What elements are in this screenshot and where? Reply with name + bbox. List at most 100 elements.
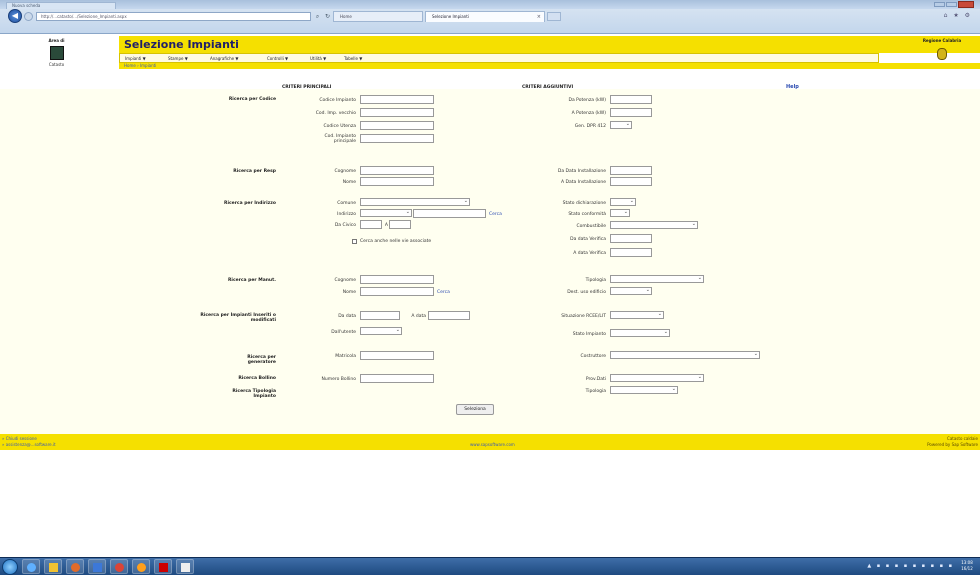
chevron-down-icon: ⌄	[463, 198, 468, 204]
prov-dati-select[interactable]: ⌄	[610, 374, 704, 382]
taskbar-explorer-icon[interactable]	[44, 559, 62, 574]
combustibile-select[interactable]: ⌄	[610, 221, 698, 229]
taskbar-folder-icon[interactable]	[176, 559, 194, 574]
footer-website-link[interactable]: www.sapsoftware.com	[470, 442, 515, 447]
seleziona-button[interactable]: Seleziona	[456, 404, 494, 415]
a-data-installazione-input[interactable]	[610, 177, 652, 186]
cod-impianto-principale-input[interactable]	[360, 134, 434, 143]
address-search-icon[interactable]: ⌕	[313, 12, 322, 21]
a-data-verifica-input[interactable]	[610, 248, 652, 257]
gen-dpr-select[interactable]: ⌄	[610, 121, 632, 129]
menu-controlli[interactable]: Controlli ▼	[267, 54, 288, 63]
close-tab-icon[interactable]: ×	[537, 12, 541, 22]
nome-manut-input[interactable]	[360, 287, 434, 296]
stato-impianto-select[interactable]: ⌄	[610, 329, 670, 337]
heading-criteri-principali: CRITERI PRINCIPALI	[282, 85, 332, 90]
label-a-data-verifica: A data Verifica	[573, 251, 606, 256]
taskbar-browser-icon[interactable]	[132, 559, 150, 574]
chiudi-sessione-link[interactable]: » Chiudi sessione	[2, 436, 37, 441]
cognome-resp-input[interactable]	[360, 166, 434, 175]
back-button[interactable]: ◀	[8, 9, 22, 23]
indirizzo-input[interactable]	[413, 209, 486, 218]
numero-bollino-input[interactable]	[360, 374, 434, 383]
comune-select[interactable]: ⌄	[360, 198, 470, 206]
a-potenza-input[interactable]	[610, 108, 652, 117]
maximize-button[interactable]	[946, 2, 957, 7]
label-da-data: Da data	[338, 314, 356, 319]
browser-small-tab[interactable]: Nuova scheda	[6, 2, 116, 9]
label-numero-bollino: Numero Bollino	[321, 377, 356, 382]
label-cod-impianto-principale: Cod. Impianto principale	[324, 134, 356, 144]
label-indirizzo: Indirizzo	[337, 212, 356, 217]
assistenza-email-link[interactable]: » assistenza@...software.it	[2, 442, 56, 447]
codice-impianto-input[interactable]	[360, 95, 434, 104]
a-civico-input[interactable]	[389, 220, 411, 229]
browser-tab-selezione[interactable]: Selezione Impianti ×	[425, 11, 545, 22]
menu-utilita[interactable]: Utilità ▼	[310, 54, 326, 63]
label-da-data-verifica: Da data Verifica	[570, 237, 606, 242]
da-civico-input[interactable]	[360, 220, 382, 229]
dall-utente-select[interactable]: ⌄	[360, 327, 402, 335]
breadcrumb[interactable]: Home › Impianti	[124, 63, 156, 69]
label-da-data-installazione: Da Data Installazione	[557, 169, 606, 174]
chevron-down-icon: ⌄	[645, 287, 650, 293]
label-a-potenza: A Potenza (kW)	[571, 111, 606, 116]
stato-dichiarazione-select[interactable]: ⌄	[610, 198, 636, 206]
menu-tabelle[interactable]: Tabelle ▼	[344, 54, 362, 63]
label-nome-manut: Nome	[342, 290, 356, 295]
help-link[interactable]: Help	[786, 84, 799, 90]
cerca-indirizzo-link[interactable]: Cerca	[489, 212, 502, 217]
situazione-rcee-select[interactable]: ⌄	[610, 311, 664, 319]
tipologia-2-select[interactable]: ⌄	[610, 386, 678, 394]
menu-anagrafiche[interactable]: Anagrafiche ▼	[210, 54, 238, 63]
refresh-icon[interactable]: ↻	[323, 12, 332, 21]
costruttore-select[interactable]: ⌄	[610, 351, 760, 359]
taskbar-chrome-icon[interactable]	[110, 559, 128, 574]
label-stato-impianto: Stato Impianto	[572, 332, 606, 337]
da-potenza-input[interactable]	[610, 95, 652, 104]
cerca-manut-link[interactable]: Cerca	[437, 290, 450, 295]
label-codice-utenza: Codice Utenza	[323, 124, 356, 129]
chevron-down-icon: ⌄	[625, 121, 630, 127]
taskbar-pdf-icon[interactable]	[154, 559, 172, 574]
dest-uso-select[interactable]: ⌄	[610, 287, 652, 295]
label-costruttore: Costruttore	[580, 354, 606, 359]
cerca-vie-checkbox[interactable]	[352, 239, 357, 244]
da-data-installazione-input[interactable]	[610, 166, 652, 175]
chevron-down-icon: ⌄	[697, 374, 702, 380]
new-tab-button[interactable]	[547, 12, 561, 21]
stato-conformita-select[interactable]: ⌄	[610, 209, 630, 217]
da-data-input[interactable]	[360, 311, 400, 320]
browser-toolbar-icons[interactable]: ⌂ ★ ⚙	[942, 12, 972, 21]
area-sub-label: Catasto	[48, 62, 65, 67]
menu-stampe[interactable]: Stampe ▼	[168, 54, 188, 63]
taskbar-outlook-icon[interactable]	[88, 559, 106, 574]
taskbar-media-icon[interactable]	[66, 559, 84, 574]
group-ricerca-generatore: Ricerca per generatore	[247, 355, 276, 365]
address-bar[interactable]: http://...catasto/.../Selezione_Impianti…	[36, 12, 311, 21]
label-cerca-vie: Cerca anche nelle vie associate	[360, 239, 432, 244]
cognome-manut-input[interactable]	[360, 275, 434, 284]
browser-tab-home[interactable]: Home	[333, 11, 423, 22]
menu-impianti[interactable]: Impianti ▼	[125, 54, 146, 63]
close-window-button[interactable]	[958, 1, 974, 8]
codice-utenza-input[interactable]	[360, 121, 434, 130]
clock[interactable]: 13:08 16/12	[956, 560, 978, 572]
region-logo-icon	[937, 48, 947, 60]
start-button[interactable]	[2, 559, 18, 575]
matricola-input[interactable]	[360, 351, 434, 360]
system-tray[interactable]: ▲ ▪ ▪ ▪ ▪ ▪ ▪ ▪ ▪ ▪	[867, 563, 954, 569]
group-ricerca-resp: Ricerca per Resp	[233, 169, 276, 174]
label-da-potenza: Da Potenza (kW)	[568, 98, 606, 103]
tipologia-select[interactable]: ⌄	[610, 275, 704, 283]
taskbar-ie-icon[interactable]	[22, 559, 40, 574]
indirizzo-type-select[interactable]: ⌄	[360, 209, 412, 217]
da-data-verifica-input[interactable]	[610, 234, 652, 243]
nome-resp-input[interactable]	[360, 177, 434, 186]
minimize-button[interactable]	[934, 2, 945, 7]
search-form	[0, 89, 980, 434]
forward-button[interactable]	[24, 12, 33, 21]
cod-imp-vecchio-input[interactable]	[360, 108, 434, 117]
a-data-input[interactable]	[428, 311, 470, 320]
label-comune: Comune	[337, 201, 356, 206]
